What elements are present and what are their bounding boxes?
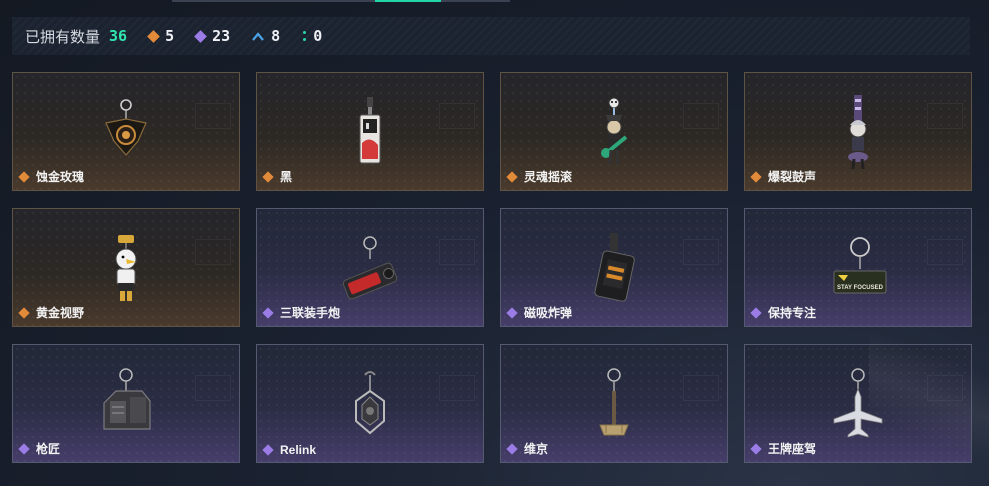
charm-label: 磁吸炸弹 (506, 304, 573, 321)
charm-card[interactable]: 黄金视野 (12, 208, 240, 327)
card-decoration (683, 239, 719, 265)
card-decoration (927, 375, 963, 401)
charm-card[interactable]: 黑 (256, 72, 484, 191)
charm-label: 王牌座驾 (750, 440, 817, 457)
magnet-bomb-charm-icon (594, 233, 635, 302)
purple-rarity-icon (750, 442, 762, 455)
card-decoration (195, 103, 231, 129)
guitar-figure-charm-icon (601, 97, 628, 166)
charm-card[interactable]: 三联装手炮 (256, 208, 484, 327)
gold-rarity-icon (18, 170, 30, 183)
gold-rarity-icon (262, 170, 274, 183)
green-rarity-icon (302, 31, 306, 41)
card-decoration (927, 239, 963, 265)
card-decoration (439, 103, 475, 129)
charm-name: 黄金视野 (36, 306, 85, 320)
charm-name: 灵魂摇滚 (524, 170, 573, 184)
charm-name: 维京 (524, 442, 549, 456)
charm-card[interactable]: 维京 (500, 344, 728, 463)
stat-green: 0 (302, 27, 322, 45)
charm-name: Relink (280, 443, 317, 457)
card-decoration (683, 103, 719, 129)
charm-card[interactable]: 灵魂摇滚 (500, 72, 728, 191)
charm-card[interactable]: Relink (256, 344, 484, 463)
charm-label: 黄金视野 (18, 304, 85, 321)
purple-rarity-icon (750, 306, 762, 319)
rose-charm-icon (105, 99, 147, 156)
card-charm-icon (359, 97, 381, 164)
card-decoration (439, 239, 475, 265)
charm-label: 枪匠 (18, 440, 61, 457)
stat-blue-count: 8 (271, 27, 281, 45)
charm-label: 灵魂摇滚 (506, 168, 573, 185)
charm-label: 爆裂鼓声 (750, 168, 817, 185)
charm-name: 蚀金玫瑰 (36, 170, 85, 184)
active-tab-indicator (375, 0, 441, 2)
blue-rarity-icon (252, 31, 265, 41)
purple-rarity-icon (262, 444, 274, 456)
purple-rarity-icon (262, 306, 274, 319)
charm-label: 维京 (506, 440, 549, 457)
card-decoration (195, 239, 231, 265)
card-decoration (195, 375, 231, 401)
purple-rarity-icon (506, 306, 518, 319)
purple-rarity-icon (194, 29, 207, 43)
stay-focused-tag-icon: STAY FOCUSED (833, 237, 887, 294)
charm-name: 枪匠 (36, 442, 61, 456)
charm-card[interactable]: 爆裂鼓声 (744, 72, 972, 191)
gunsmith-tag-icon (103, 368, 151, 430)
charm-label: 黑 (262, 168, 293, 185)
card-decoration (927, 103, 963, 129)
tag-text: STAY FOCUSED (837, 285, 884, 291)
charm-name: 保持专注 (768, 306, 817, 320)
top-tab-bar (172, 0, 510, 2)
charm-label: Relink (262, 443, 317, 457)
charm-name: 三联装手炮 (280, 306, 341, 320)
charm-label: 三联装手炮 (262, 304, 341, 321)
stat-purple-count: 23 (212, 27, 231, 45)
drummer-figure-charm-icon (848, 95, 868, 170)
viking-hammer-charm-icon (599, 368, 629, 436)
hand-cannon-charm-icon (342, 236, 398, 300)
owned-count: 36 (109, 27, 128, 45)
jet-plane-charm-icon (833, 368, 883, 438)
charm-name: 黑 (280, 170, 293, 184)
gold-rarity-icon (147, 29, 160, 43)
eagle-figure-charm-icon (115, 235, 137, 301)
charm-label: 保持专注 (750, 304, 817, 321)
charm-name: 爆裂鼓声 (768, 170, 817, 184)
stat-blue: 8 (252, 27, 280, 45)
charm-card[interactable]: STAY FOCUSED 保持专注 (744, 208, 972, 327)
purple-rarity-icon (506, 442, 518, 455)
gold-rarity-icon (506, 170, 518, 183)
gold-rarity-icon (750, 170, 762, 183)
charm-card[interactable]: 王牌座驾 (744, 344, 972, 463)
charm-card[interactable]: 蚀金玫瑰 (12, 72, 240, 191)
charm-label: 蚀金玫瑰 (18, 168, 85, 185)
purple-rarity-icon (18, 442, 30, 455)
stat-gold-count: 5 (165, 27, 175, 45)
card-decoration (683, 375, 719, 401)
stat-gold: 5 (147, 27, 175, 45)
card-decoration (439, 375, 475, 401)
owned-label: 已拥有数量 (25, 28, 101, 46)
relink-charm-icon (355, 371, 385, 435)
charm-card[interactable]: 枪匠 (12, 344, 240, 463)
charm-name: 磁吸炸弹 (524, 306, 573, 320)
ownership-summary-bar: 已拥有数量 36 5 23 8 0 (12, 17, 970, 55)
gold-rarity-icon (18, 306, 30, 319)
stat-purple: 23 (194, 27, 231, 45)
stat-green-count: 0 (313, 27, 323, 45)
charm-card[interactable]: 磁吸炸弹 (500, 208, 728, 327)
charm-grid: 蚀金玫瑰 黑 灵魂摇滚 爆裂鼓声 黄金视野 三联装手炮 磁吸炸弹 STAY FO… (12, 72, 972, 463)
charm-name: 王牌座驾 (768, 442, 817, 456)
